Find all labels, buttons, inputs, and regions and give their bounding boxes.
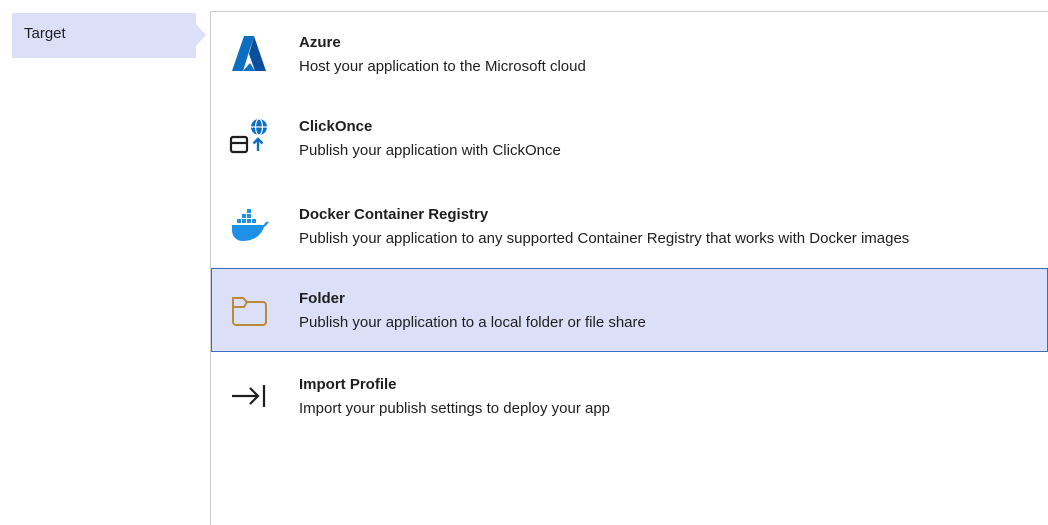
step-pointer-arrow	[196, 24, 206, 46]
target-description: Publish your application to a local fold…	[299, 314, 646, 331]
clickonce-icon	[229, 118, 269, 158]
publish-dialog: Target Azure Host your application to th…	[0, 0, 1048, 525]
import-icon	[229, 376, 269, 416]
target-description: Publish your application with ClickOnce	[299, 142, 561, 159]
docker-icon	[229, 206, 269, 246]
target-title: Azure	[299, 34, 341, 51]
target-title: ClickOnce	[299, 118, 373, 135]
wizard-step-label: Target	[24, 25, 66, 42]
target-title: Docker Container Registry	[299, 206, 489, 223]
target-description: Publish your application to any supporte…	[299, 230, 910, 247]
target-title: Import Profile	[299, 376, 397, 393]
target-option-clickonce[interactable]: ClickOnce Publish your application with …	[211, 96, 1048, 180]
target-title: Folder	[299, 290, 345, 307]
target-option-folder[interactable]: Folder Publish your application to a loc…	[211, 268, 1048, 352]
wizard-step-target[interactable]: Target	[12, 13, 196, 58]
target-description: Host your application to the Microsoft c…	[299, 58, 586, 75]
target-description: Import your publish settings to deploy y…	[299, 400, 611, 417]
wizard-step-list: Target	[0, 0, 210, 525]
folder-icon	[229, 290, 269, 330]
azure-icon	[229, 34, 269, 74]
target-option-import-profile[interactable]: Import Profile Import your publish setti…	[211, 354, 1048, 438]
target-option-docker[interactable]: Docker Container Registry Publish your a…	[211, 184, 1048, 268]
target-option-azure[interactable]: Azure Host your application to the Micro…	[211, 12, 1048, 96]
